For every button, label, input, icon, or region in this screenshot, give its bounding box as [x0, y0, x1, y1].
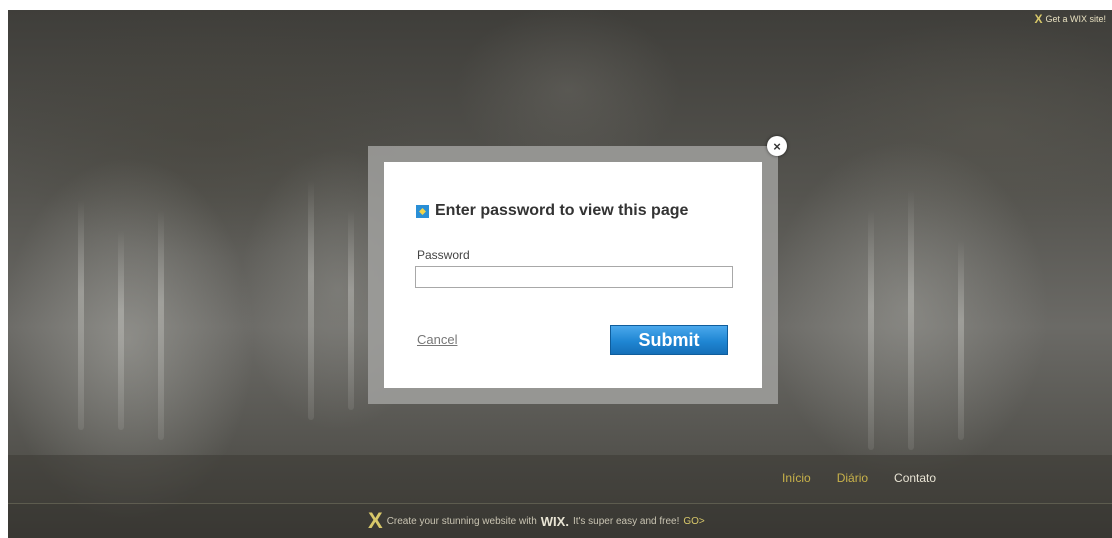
password-dialog: Enter password to view this page Passwor…: [384, 162, 762, 388]
waterfall-streak: [958, 240, 964, 440]
promo-go-link[interactable]: GO>: [683, 516, 704, 527]
wix-x-icon: X: [1034, 12, 1043, 26]
waterfall-streak: [308, 180, 314, 420]
waterfall-streak: [118, 230, 124, 430]
close-icon: ×: [773, 138, 781, 154]
password-input[interactable]: [415, 266, 733, 288]
waterfall-streak: [158, 210, 164, 440]
nav-item-inicio[interactable]: Início: [782, 471, 811, 485]
dialog-title: Enter password to view this page: [416, 202, 688, 220]
wix-promo: X Create your stunning website with WIX.…: [368, 508, 705, 533]
nav-menu: Início Diário Contato: [782, 471, 962, 485]
get-wix-site-label: Get a WIX site!: [1045, 14, 1106, 24]
password-label: Password: [417, 248, 470, 262]
promo-brand: WIX.: [540, 513, 569, 529]
waterfall-streak: [348, 210, 354, 410]
nav-item-contato[interactable]: Contato: [894, 471, 936, 485]
get-wix-site-link[interactable]: X Get a WIX site!: [1034, 12, 1106, 26]
waterfall-streak: [908, 190, 914, 450]
promo-prefix: Create your stunning website with: [386, 515, 537, 527]
submit-button[interactable]: Submit: [610, 325, 728, 355]
wix-x-icon: X: [368, 508, 383, 533]
site-navigation-bar: Início Diário Contato: [8, 455, 1112, 504]
promo-suffix: It's super easy and free!: [572, 515, 680, 527]
waterfall-streak: [868, 210, 874, 450]
page: X Get a WIX site! Início Diário Contato …: [0, 0, 1112, 538]
nav-item-diario[interactable]: Diário: [837, 471, 868, 485]
dialog-title-text: Enter password to view this page: [435, 202, 689, 219]
lock-icon: [416, 204, 429, 218]
cancel-link[interactable]: Cancel: [417, 332, 457, 347]
waterfall-streak: [78, 200, 84, 430]
wix-promo-bar: X Create your stunning website with WIX.…: [8, 504, 1112, 538]
close-dialog-button[interactable]: ×: [767, 136, 787, 156]
